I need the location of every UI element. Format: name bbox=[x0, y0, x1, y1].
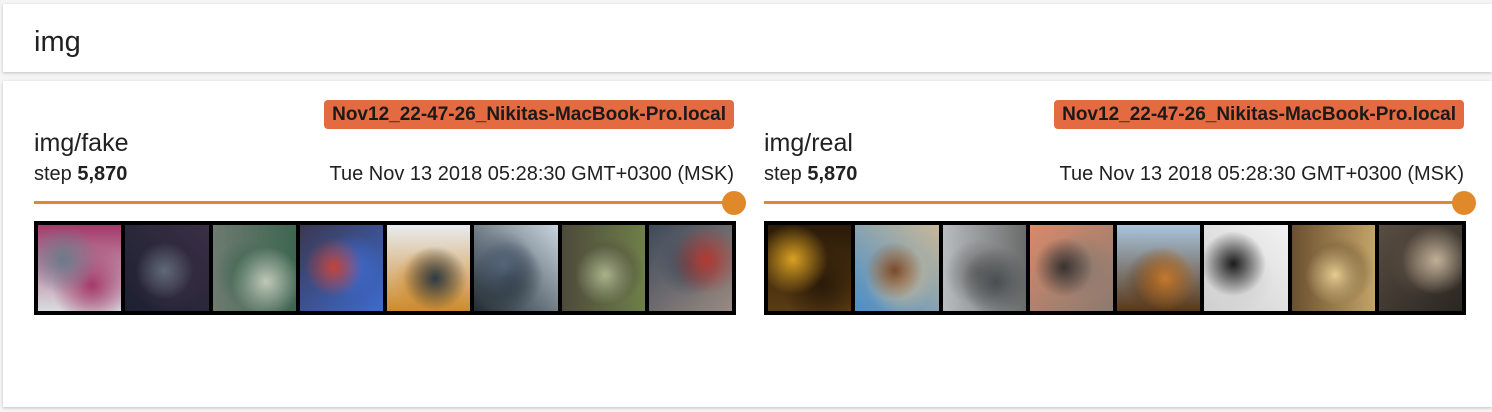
image-panel-fake: img/fake Nov12_22-47-26_Nikitas-MacBook-… bbox=[34, 100, 746, 315]
slider-thumb[interactable] bbox=[1452, 191, 1476, 215]
slider-thumb[interactable] bbox=[722, 191, 746, 215]
image-strip[interactable] bbox=[764, 221, 1466, 315]
timestamp: Tue Nov 13 2018 05:28:30 GMT+0300 (MSK) bbox=[329, 163, 734, 185]
step-value: 5,870 bbox=[807, 163, 858, 185]
step-info: step 5,870 bbox=[34, 161, 127, 187]
image-thumbnail bbox=[1378, 225, 1462, 311]
image-thumbnail bbox=[299, 225, 383, 311]
slider-track[interactable] bbox=[34, 201, 734, 204]
image-thumbnail bbox=[474, 225, 558, 311]
image-thumbnail bbox=[648, 225, 732, 311]
run-badge: Nov12_22-47-26_Nikitas-MacBook-Pro.local bbox=[324, 100, 734, 129]
image-card-container: img/fake Nov12_22-47-26_Nikitas-MacBook-… bbox=[3, 81, 1492, 407]
image-panel-real: img/real Nov12_22-47-26_Nikitas-MacBook-… bbox=[764, 100, 1476, 315]
image-thumbnail bbox=[387, 225, 471, 311]
image-thumbnail bbox=[1291, 225, 1375, 311]
image-thumbnail bbox=[561, 225, 645, 311]
panel-title: img/real bbox=[764, 129, 853, 157]
step-value: 5,870 bbox=[77, 163, 128, 185]
image-thumbnail bbox=[1029, 225, 1113, 311]
image-thumbnail bbox=[942, 225, 1026, 311]
image-thumbnail bbox=[768, 225, 852, 311]
image-thumbnail bbox=[212, 225, 296, 311]
panel-title: img/fake bbox=[34, 129, 129, 157]
timestamp: Tue Nov 13 2018 05:28:30 GMT+0300 (MSK) bbox=[1059, 163, 1464, 185]
image-thumbnail bbox=[1204, 225, 1288, 311]
step-label: step bbox=[764, 163, 802, 185]
step-label: step bbox=[34, 163, 72, 185]
step-info: step 5,870 bbox=[764, 161, 857, 187]
tag-group-header[interactable]: img bbox=[3, 4, 1492, 72]
image-thumbnail bbox=[855, 225, 939, 311]
image-thumbnail bbox=[125, 225, 209, 311]
step-slider[interactable] bbox=[764, 191, 1476, 215]
image-thumbnail bbox=[1117, 225, 1201, 311]
image-thumbnail bbox=[38, 225, 122, 311]
tag-group-title: img bbox=[34, 26, 81, 58]
run-badge: Nov12_22-47-26_Nikitas-MacBook-Pro.local bbox=[1054, 100, 1464, 129]
image-strip[interactable] bbox=[34, 221, 736, 315]
step-slider[interactable] bbox=[34, 191, 746, 215]
slider-track[interactable] bbox=[764, 201, 1464, 204]
